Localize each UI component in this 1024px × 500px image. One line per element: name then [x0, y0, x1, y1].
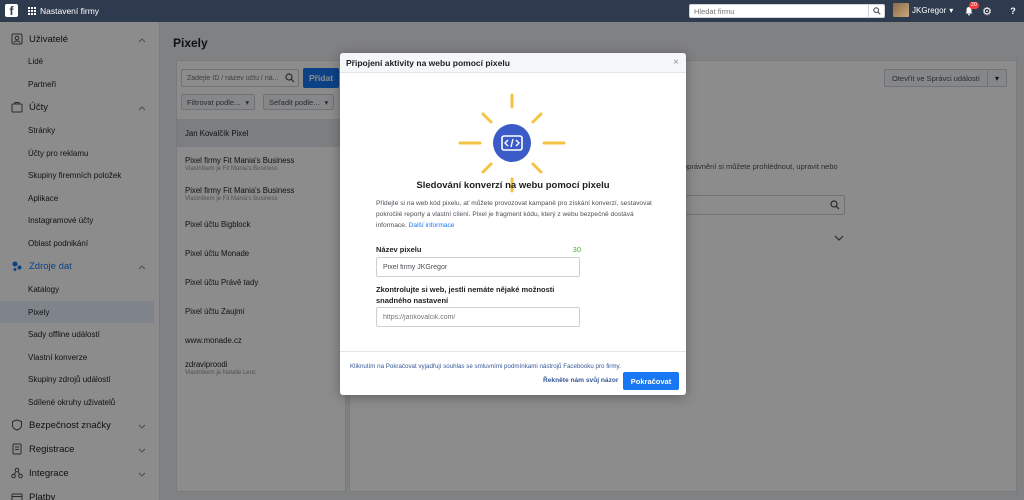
help-icon: ?	[1010, 6, 1016, 16]
facebook-logo-icon[interactable]: f	[5, 4, 18, 18]
pixel-name-label: Název pixelu	[376, 245, 422, 254]
grid-menu-icon	[28, 7, 36, 15]
help-button[interactable]: ?	[1006, 4, 1020, 18]
business-settings-label: Nastavení firmy	[40, 6, 100, 16]
pixel-name-counter: 30	[572, 245, 581, 254]
search-icon	[872, 7, 881, 15]
dialog-heading: Sledování konverzí na webu pomocí pixelu	[416, 180, 610, 191]
continue-button[interactable]: Pokračovat	[623, 372, 679, 390]
website-url-input[interactable]	[377, 308, 579, 326]
top-bar: f Nastavení firmy JKGregor ▾ 20 ⚙ ?	[0, 0, 1024, 22]
pixel-name-field	[376, 257, 580, 277]
caret-down-icon: ▾	[949, 5, 954, 15]
connect-pixel-dialog: Připojení aktivity na webu pomocí pixelu…	[340, 53, 686, 395]
website-check-label: Zkontrolujte si web, jestli nemáte nějak…	[376, 284, 554, 306]
user-menu[interactable]: JKGregor ▾	[893, 3, 953, 17]
gear-icon: ⚙	[982, 5, 992, 18]
business-settings-menu[interactable]: Nastavení firmy	[28, 4, 99, 18]
business-search	[689, 4, 885, 18]
notifications-button[interactable]: 20	[962, 2, 979, 18]
website-label-line: snadného nastavení	[376, 296, 449, 305]
dialog-description: Přidejte si na web kód pixelu, ať můžete…	[376, 198, 652, 231]
feedback-link[interactable]: Řekněte nám svůj názor	[543, 377, 619, 384]
settings-button[interactable]: ⚙	[980, 4, 994, 18]
notification-badge: 20	[968, 2, 979, 9]
dialog-title: Připojení aktivity na webu pomocí pixelu	[346, 57, 510, 68]
dialog-header: Připojení aktivity na webu pomocí pixelu	[340, 53, 686, 73]
terms-text[interactable]: Kliknutím na Pokračovat vyjadřují souhla…	[350, 363, 621, 370]
website-url-field	[376, 307, 580, 327]
user-name: JKGregor	[912, 5, 947, 15]
website-label-line: Zkontrolujte si web, jestli nemáte nějak…	[376, 285, 555, 294]
pixel-name-input[interactable]	[377, 258, 579, 276]
dialog-footer: Kliknutím na Pokračovat vyjadřují souhla…	[340, 351, 686, 395]
learn-more-link[interactable]: Další informace	[409, 222, 455, 229]
avatar	[893, 3, 909, 17]
business-search-input[interactable]	[690, 5, 866, 17]
search-button[interactable]	[868, 5, 884, 17]
close-icon[interactable]: ×	[673, 57, 679, 68]
